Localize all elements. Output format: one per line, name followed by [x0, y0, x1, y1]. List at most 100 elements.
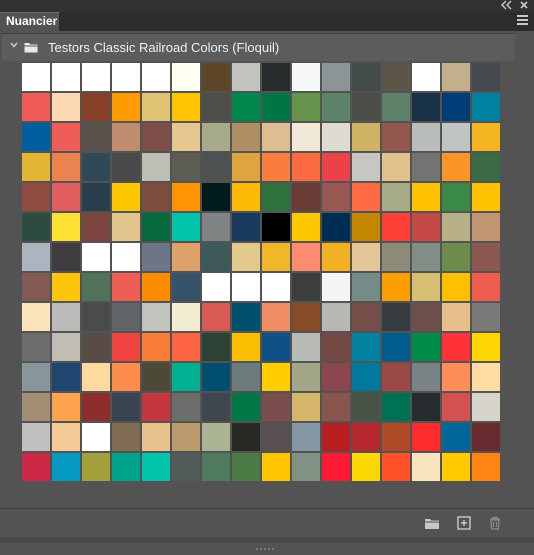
color-swatch[interactable]	[232, 153, 260, 181]
color-swatch[interactable]	[472, 153, 500, 181]
color-swatch[interactable]	[262, 423, 290, 451]
color-swatch[interactable]	[352, 93, 380, 121]
color-swatch[interactable]	[142, 423, 170, 451]
color-swatch[interactable]	[352, 273, 380, 301]
color-swatch[interactable]	[22, 273, 50, 301]
color-swatch[interactable]	[442, 453, 470, 481]
color-swatch[interactable]	[472, 243, 500, 271]
chevron-down-icon[interactable]	[10, 41, 18, 49]
color-swatch[interactable]	[442, 303, 470, 331]
color-swatch[interactable]	[442, 63, 470, 91]
color-swatch[interactable]	[292, 423, 320, 451]
color-swatch[interactable]	[262, 453, 290, 481]
color-swatch[interactable]	[442, 333, 470, 361]
color-swatch[interactable]	[52, 363, 80, 391]
color-swatch[interactable]	[52, 183, 80, 211]
color-swatch[interactable]	[472, 63, 500, 91]
color-swatch[interactable]	[262, 273, 290, 301]
color-swatch[interactable]	[262, 333, 290, 361]
color-swatch[interactable]	[352, 303, 380, 331]
color-swatch[interactable]	[52, 63, 80, 91]
color-swatch[interactable]	[142, 303, 170, 331]
color-swatch[interactable]	[82, 243, 110, 271]
color-swatch[interactable]	[262, 303, 290, 331]
color-swatch[interactable]	[382, 333, 410, 361]
color-swatch[interactable]	[382, 123, 410, 151]
color-swatch[interactable]	[22, 153, 50, 181]
color-swatch[interactable]	[172, 303, 200, 331]
color-swatch[interactable]	[322, 63, 350, 91]
color-swatch[interactable]	[82, 123, 110, 151]
color-swatch[interactable]	[232, 243, 260, 271]
color-swatch[interactable]	[22, 123, 50, 151]
color-swatch[interactable]	[202, 333, 230, 361]
color-swatch[interactable]	[202, 213, 230, 241]
color-swatch[interactable]	[322, 363, 350, 391]
color-swatch[interactable]	[382, 393, 410, 421]
color-swatch[interactable]	[352, 183, 380, 211]
color-swatch[interactable]	[82, 363, 110, 391]
color-swatch[interactable]	[292, 123, 320, 151]
color-swatch[interactable]	[352, 333, 380, 361]
color-swatch[interactable]	[82, 303, 110, 331]
color-swatch[interactable]	[142, 453, 170, 481]
tab-nuancier[interactable]: Nuancier	[0, 12, 60, 31]
color-swatch[interactable]	[82, 393, 110, 421]
color-swatch[interactable]	[352, 243, 380, 271]
color-swatch[interactable]	[412, 423, 440, 451]
color-swatch[interactable]	[292, 63, 320, 91]
color-swatch[interactable]	[412, 243, 440, 271]
scrollbar[interactable]	[517, 31, 531, 501]
color-swatch[interactable]	[232, 123, 260, 151]
color-swatch[interactable]	[322, 453, 350, 481]
color-swatch[interactable]	[322, 153, 350, 181]
color-swatch[interactable]	[202, 123, 230, 151]
color-swatch[interactable]	[322, 123, 350, 151]
resize-grip-icon[interactable]	[256, 537, 278, 550]
color-swatch[interactable]	[262, 243, 290, 271]
color-swatch[interactable]	[172, 153, 200, 181]
color-swatch[interactable]	[382, 273, 410, 301]
color-swatch[interactable]	[412, 63, 440, 91]
color-swatch[interactable]	[472, 333, 500, 361]
color-swatch[interactable]	[112, 453, 140, 481]
color-swatch[interactable]	[232, 273, 260, 301]
color-swatch[interactable]	[172, 213, 200, 241]
color-swatch[interactable]	[322, 93, 350, 121]
color-swatch[interactable]	[442, 243, 470, 271]
color-swatch[interactable]	[112, 183, 140, 211]
color-swatch[interactable]	[472, 273, 500, 301]
color-swatch[interactable]	[52, 393, 80, 421]
color-swatch[interactable]	[292, 453, 320, 481]
color-swatch[interactable]	[172, 63, 200, 91]
color-swatch[interactable]	[142, 213, 170, 241]
color-swatch[interactable]	[412, 333, 440, 361]
color-swatch[interactable]	[202, 423, 230, 451]
color-swatch[interactable]	[112, 63, 140, 91]
new-group-folder-icon[interactable]	[424, 515, 440, 531]
color-swatch[interactable]	[172, 423, 200, 451]
color-swatch[interactable]	[142, 243, 170, 271]
color-swatch[interactable]	[322, 183, 350, 211]
color-swatch[interactable]	[382, 363, 410, 391]
color-swatch[interactable]	[82, 423, 110, 451]
color-swatch[interactable]	[472, 213, 500, 241]
color-swatch[interactable]	[232, 213, 260, 241]
color-swatch[interactable]	[142, 93, 170, 121]
color-swatch[interactable]	[142, 153, 170, 181]
color-swatch[interactable]	[442, 183, 470, 211]
color-swatch[interactable]	[142, 183, 170, 211]
color-swatch[interactable]	[442, 393, 470, 421]
color-swatch[interactable]	[412, 393, 440, 421]
color-swatch[interactable]	[202, 303, 230, 331]
color-swatch[interactable]	[472, 93, 500, 121]
color-swatch[interactable]	[382, 243, 410, 271]
color-swatch[interactable]	[292, 93, 320, 121]
color-swatch[interactable]	[232, 333, 260, 361]
color-swatch[interactable]	[262, 153, 290, 181]
color-swatch[interactable]	[22, 213, 50, 241]
color-swatch[interactable]	[322, 243, 350, 271]
color-swatch[interactable]	[262, 363, 290, 391]
color-swatch[interactable]	[52, 243, 80, 271]
color-swatch[interactable]	[112, 273, 140, 301]
